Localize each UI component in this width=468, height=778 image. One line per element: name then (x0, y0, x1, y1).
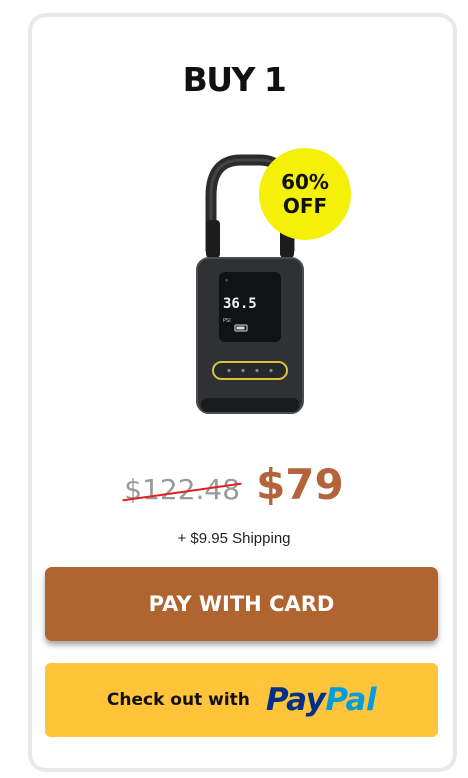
badge-off: OFF (282, 194, 328, 218)
screen-reading: 36.5 (223, 296, 257, 312)
discount-badge: 60% OFF (259, 148, 351, 240)
badge-percent: 60% (281, 170, 329, 194)
price-row: $122.48 $79 (0, 460, 468, 509)
offer-title: BUY 1 (182, 60, 287, 99)
paypal-prefix-text: Check out with (106, 690, 250, 710)
paypal-checkout-button[interactable]: Check out with PayPal (45, 663, 438, 737)
paypal-logo-pal: Pal (325, 682, 377, 718)
pay-with-card-button[interactable]: PAY WITH CARD (45, 567, 438, 641)
paypal-logo: PayPal (265, 682, 377, 718)
original-price: $122.48 (122, 473, 242, 506)
screen-unit: PSI (223, 318, 231, 324)
original-price-value: $122.48 (124, 473, 241, 506)
shipping-note: + $9.95 Shipping (177, 530, 291, 547)
paypal-logo-pay: Pay (265, 682, 326, 718)
sale-price: $79 (256, 460, 344, 509)
